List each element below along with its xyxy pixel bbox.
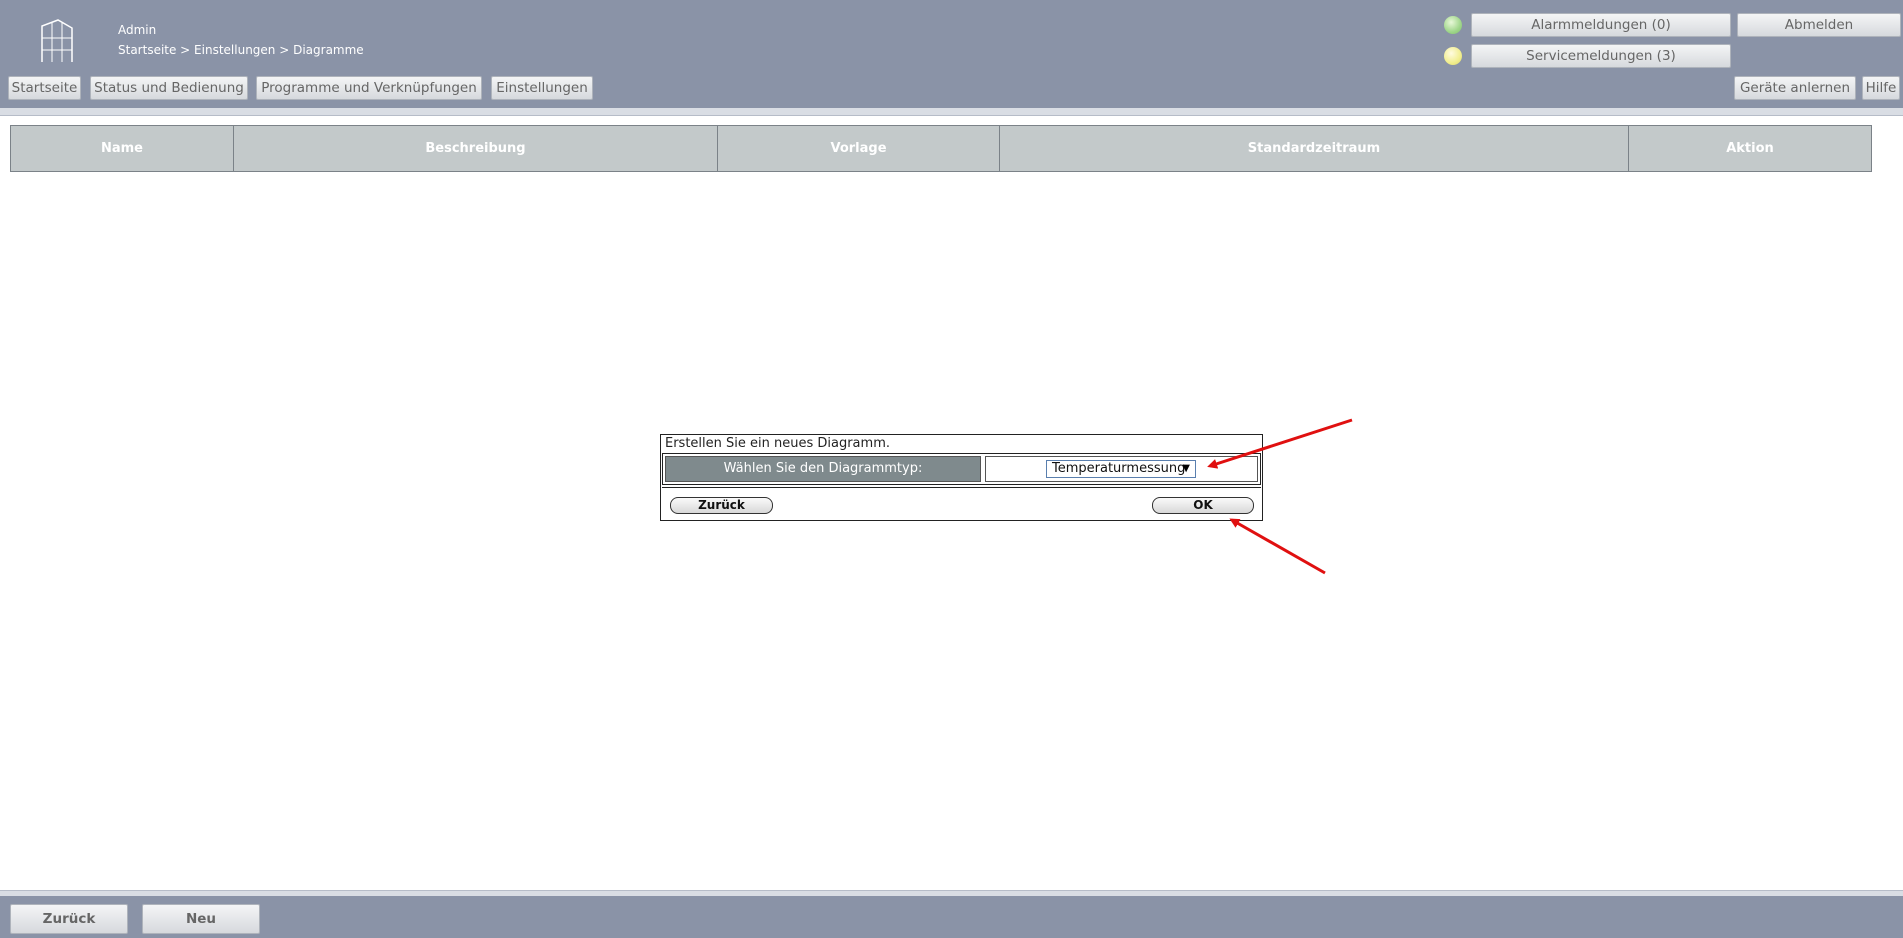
header-bar: Admin Startseite > Einstellungen > Diagr… (0, 0, 1903, 108)
dialog-ok-button[interactable]: OK (1152, 497, 1254, 514)
column-header-action: Aktion (1629, 126, 1871, 171)
arrow-to-ok-icon (1229, 518, 1326, 575)
dialog-footer: Zurück OK (662, 487, 1261, 520)
user-name: Admin (118, 23, 157, 37)
nav-startseite[interactable]: Startseite (8, 76, 81, 100)
diagram-type-selected: Temperaturmessung (1052, 461, 1186, 476)
nav-einstellungen[interactable]: Einstellungen (491, 76, 593, 100)
dropdown-arrow-icon: ▼ (1182, 463, 1190, 474)
column-header-name[interactable]: Name (11, 126, 234, 171)
header-divider (0, 108, 1903, 116)
diagram-table: Name Beschreibung Vorlage Standardzeitra… (10, 125, 1872, 172)
footer-new-button[interactable]: Neu (142, 904, 260, 934)
nav-programme-verknuepfungen[interactable]: Programme und Verknüpfungen (256, 76, 482, 100)
house-logo-icon (41, 19, 73, 62)
diagram-type-label: Wählen Sie den Diagrammtyp: (665, 456, 981, 482)
alarm-status-icon (1444, 16, 1462, 34)
column-header-description[interactable]: Beschreibung (234, 126, 718, 171)
alarm-messages-button[interactable]: Alarmmeldungen (0) (1471, 13, 1731, 37)
column-header-template[interactable]: Vorlage (718, 126, 1000, 171)
diagram-type-select[interactable]: Temperaturmessung ▼ (1046, 460, 1196, 478)
dialog-title: Erstellen Sie ein neues Diagramm. (665, 436, 890, 451)
nav-status-bedienung[interactable]: Status und Bedienung (90, 76, 248, 100)
footer-back-button[interactable]: Zurück (10, 904, 128, 934)
breadcrumb: Startseite > Einstellungen > Diagramme (118, 43, 364, 57)
new-diagram-dialog: Erstellen Sie ein neues Diagramm. Wählen… (660, 434, 1263, 521)
dialog-back-button[interactable]: Zurück (670, 497, 773, 514)
column-header-default-period[interactable]: Standardzeitraum (1000, 126, 1629, 171)
diagram-type-row: Wählen Sie den Diagrammtyp: Temperaturme… (662, 453, 1261, 485)
diagram-type-cell: Temperaturmessung ▼ (985, 456, 1258, 482)
user-info: Admin Startseite > Einstellungen > Diagr… (118, 20, 364, 60)
teach-devices-button[interactable]: Geräte anlernen (1734, 76, 1856, 100)
service-status-icon (1444, 47, 1462, 65)
footer-bar: Zurück Neu (0, 896, 1903, 938)
service-messages-button[interactable]: Servicemeldungen (3) (1471, 44, 1731, 68)
help-button[interactable]: Hilfe (1862, 76, 1900, 100)
logout-button[interactable]: Abmelden (1737, 13, 1901, 37)
